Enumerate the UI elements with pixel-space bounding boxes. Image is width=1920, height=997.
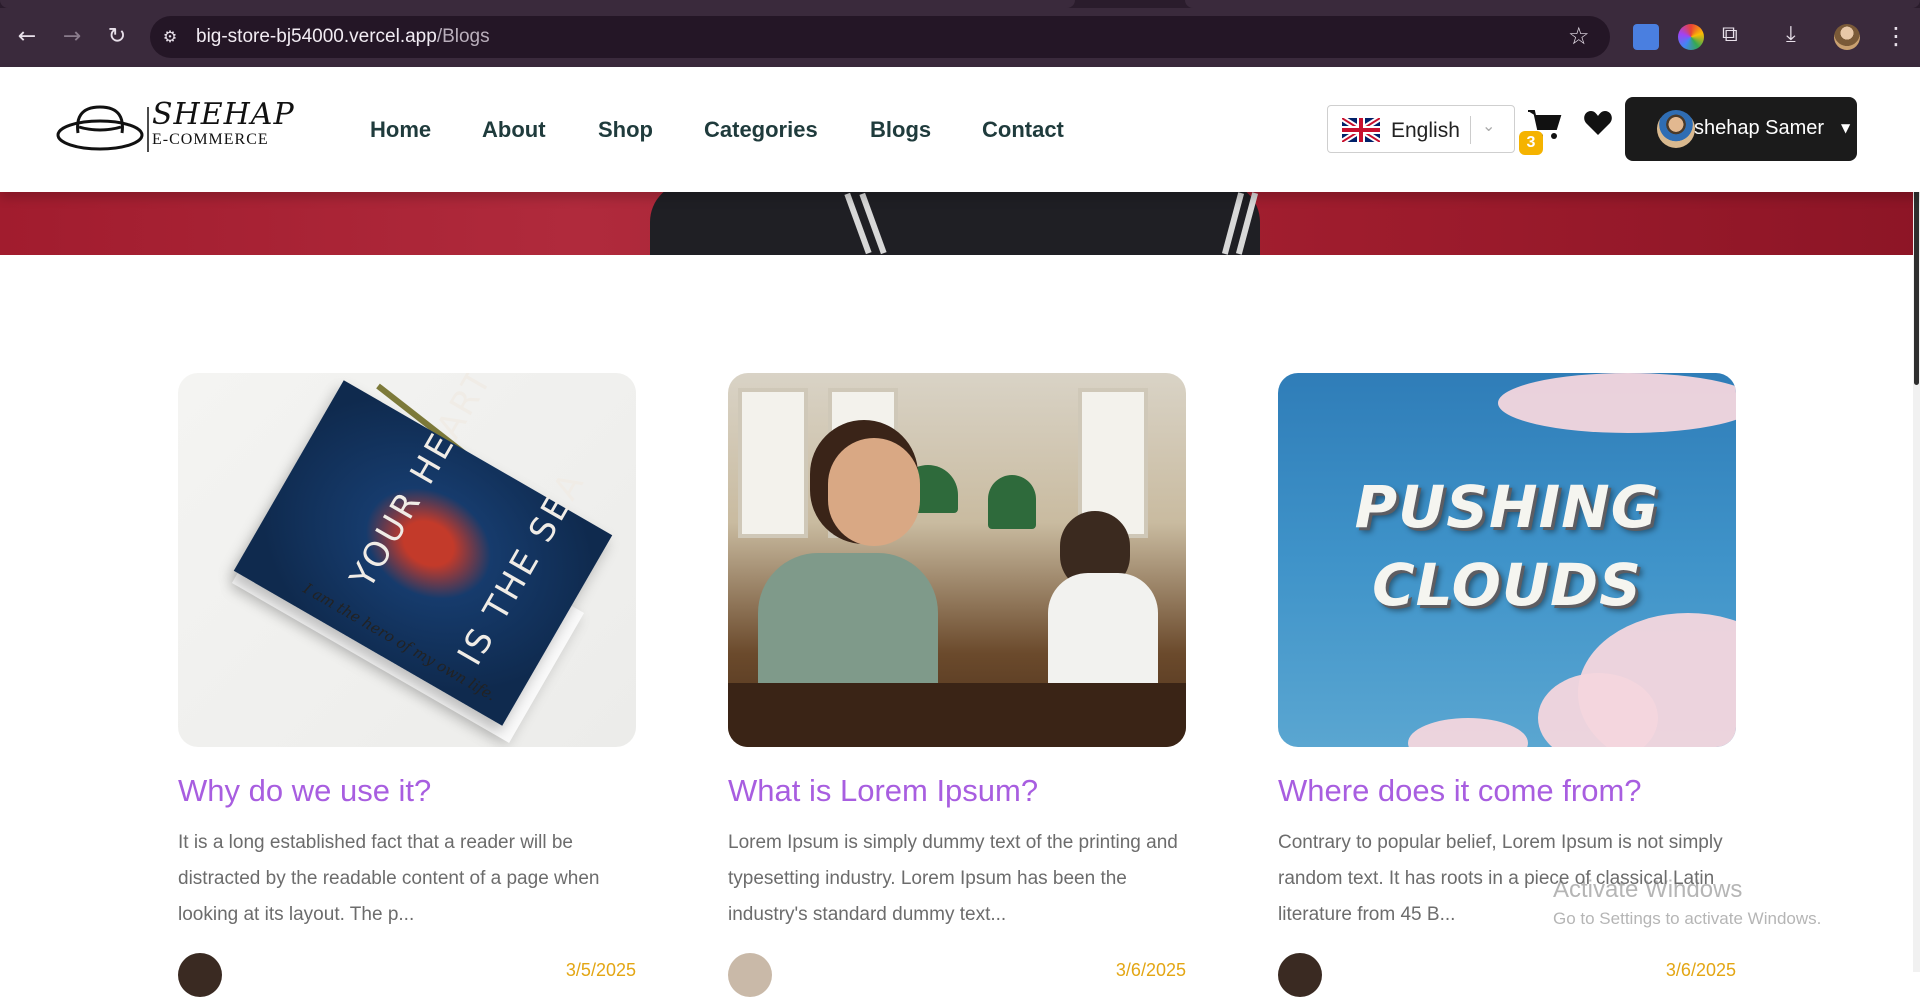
blog-title[interactable]: Why do we use it?: [178, 773, 431, 809]
extensions-puzzle-icon[interactable]: ⧉: [1722, 22, 1738, 47]
avatar: [1657, 110, 1695, 148]
language-select[interactable]: English ⌄: [1327, 105, 1515, 153]
google-translate-icon[interactable]: [1633, 24, 1659, 50]
browser-tab[interactable]: [0, 0, 1075, 8]
lamp-decor: [988, 475, 1036, 529]
hero-banner-image: [0, 192, 1920, 255]
download-icon[interactable]: ⤓: [1786, 22, 1796, 47]
url-text[interactable]: big-store-bj54000.vercel.app/Blogs: [196, 26, 490, 48]
author-avatar: [1278, 953, 1322, 997]
wishlist-heart-icon[interactable]: [1582, 107, 1614, 139]
image-headline-text: PUSHING: [1354, 473, 1660, 541]
hero-person-shape: [650, 192, 1260, 255]
nav-contact[interactable]: Contact: [982, 117, 1064, 143]
site-logo[interactable]: SHEHAP E-COMMERCE: [56, 97, 311, 157]
hat-logo-icon: [56, 105, 149, 152]
browser-menu-icon[interactable]: ⋮: [1884, 22, 1908, 50]
browser-toolbar: ← → ↻ ⚙ big-store-bj54000.vercel.app/Blo…: [0, 0, 1920, 67]
blog-image[interactable]: [728, 373, 1186, 747]
chevron-down-icon[interactable]: ⌄: [1482, 116, 1495, 135]
site-settings-icon[interactable]: ⚙: [158, 25, 182, 49]
nav-categories[interactable]: Categories: [704, 117, 818, 143]
language-label: English: [1391, 119, 1460, 142]
reload-icon[interactable]: ↻: [102, 22, 132, 52]
cloud-decor: [1408, 718, 1528, 747]
blog-date: 3/5/2025: [565, 960, 636, 980]
activate-windows-watermark: Activate Windows: [1553, 876, 1743, 903]
blog-excerpt: Lorem Ipsum is simply dummy text of the …: [728, 832, 1178, 925]
nav-home[interactable]: Home: [370, 117, 431, 143]
book-decor: [233, 380, 613, 726]
nav-blogs[interactable]: Blogs: [870, 117, 931, 143]
logo-title: SHEHAP: [152, 97, 295, 132]
blog-image[interactable]: PUSHING CLOUDS: [1278, 373, 1736, 747]
person-decor: [828, 438, 920, 546]
blog-excerpt: It is a long established fact that a rea…: [178, 832, 600, 925]
logo-subtitle: E-COMMERCE: [152, 131, 269, 148]
user-name: shehap Samer: [1694, 117, 1825, 139]
blog-title[interactable]: Where does it come from?: [1278, 773, 1642, 809]
activate-windows-hint: Go to Settings to activate Windows.: [1553, 909, 1822, 928]
caret-down-icon: ▼: [1841, 121, 1851, 135]
author-avatar: [178, 953, 222, 997]
bookmark-star-icon[interactable]: ☆: [1568, 22, 1590, 50]
user-menu-button[interactable]: shehap Samer ▼: [1625, 97, 1857, 161]
forward-icon[interactable]: →: [57, 22, 87, 52]
blog-image[interactable]: YOUR HEART IS THE SEA I am the hero of m…: [178, 373, 636, 747]
nav-about[interactable]: About: [482, 117, 546, 143]
author-avatar: [728, 953, 772, 997]
table-decor: [728, 683, 1186, 747]
cart-count-badge: 3: [1519, 131, 1543, 155]
image-headline-text: CLOUDS: [1372, 551, 1642, 619]
nav-shop[interactable]: Shop: [598, 117, 653, 143]
browser-profile-avatar[interactable]: [1834, 24, 1860, 50]
back-icon[interactable]: ←: [12, 22, 42, 52]
window-decor: [738, 388, 808, 538]
cloud-decor: [1498, 373, 1736, 433]
color-picker-extension-icon[interactable]: [1678, 24, 1704, 50]
site-header: SHEHAP E-COMMERCE Home About Shop Catego…: [0, 67, 1920, 192]
blog-date: 3/6/2025: [1115, 960, 1186, 980]
browser-tab[interactable]: [1185, 0, 1920, 8]
uk-flag-icon: [1342, 118, 1380, 142]
blog-date: 3/6/2025: [1665, 960, 1736, 980]
select-divider: [1470, 116, 1471, 144]
blog-title[interactable]: What is Lorem Ipsum?: [728, 773, 1038, 809]
